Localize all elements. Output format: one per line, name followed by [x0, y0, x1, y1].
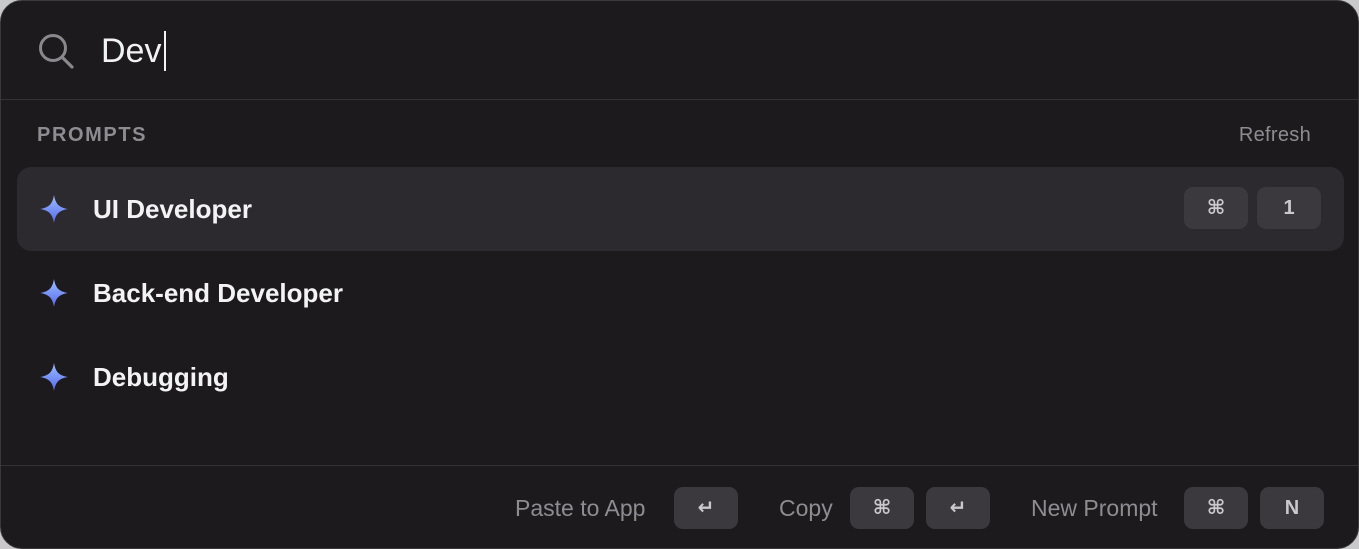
copy-button[interactable]: Copy [779, 495, 833, 521]
n-key: N [1260, 487, 1324, 529]
list-item-back-end-developer[interactable]: Back-end Developer [17, 251, 1344, 335]
section-title: PROMPTS [37, 124, 148, 146]
return-key: ↵ [926, 487, 990, 529]
sparkle-icon [40, 363, 68, 391]
sparkle-icon [40, 279, 68, 307]
launcher-window: PROMPTS Refresh UI Developer ⌘ 1 [0, 0, 1359, 549]
search-input[interactable] [101, 25, 1001, 77]
list-item-label: Debugging [93, 362, 229, 392]
refresh-button[interactable]: Refresh [1239, 124, 1311, 147]
action-bar: Paste to App ↵ Copy ⌘ ↵ New Prompt ⌘ N [1, 465, 1358, 548]
shortcut-number-key: 1 [1257, 187, 1321, 229]
list-item-ui-developer[interactable]: UI Developer ⌘ 1 [17, 167, 1344, 251]
search-icon [39, 34, 74, 69]
new-prompt-button[interactable]: New Prompt [1031, 495, 1158, 521]
command-key: ⌘ [1184, 487, 1248, 529]
list-item-debugging[interactable]: Debugging [17, 335, 1344, 419]
command-key: ⌘ [1184, 187, 1248, 229]
list-item-label: Back-end Developer [93, 278, 343, 308]
return-key: ↵ [674, 487, 738, 529]
search-bar [1, 1, 1358, 100]
command-key: ⌘ [850, 487, 914, 529]
list-item-label: UI Developer [93, 194, 252, 224]
paste-to-app-button[interactable]: Paste to App [515, 495, 645, 521]
sparkle-icon [40, 195, 68, 223]
results-list: UI Developer ⌘ 1 Back-end Developer Debu… [17, 167, 1344, 419]
text-cursor [164, 31, 166, 71]
